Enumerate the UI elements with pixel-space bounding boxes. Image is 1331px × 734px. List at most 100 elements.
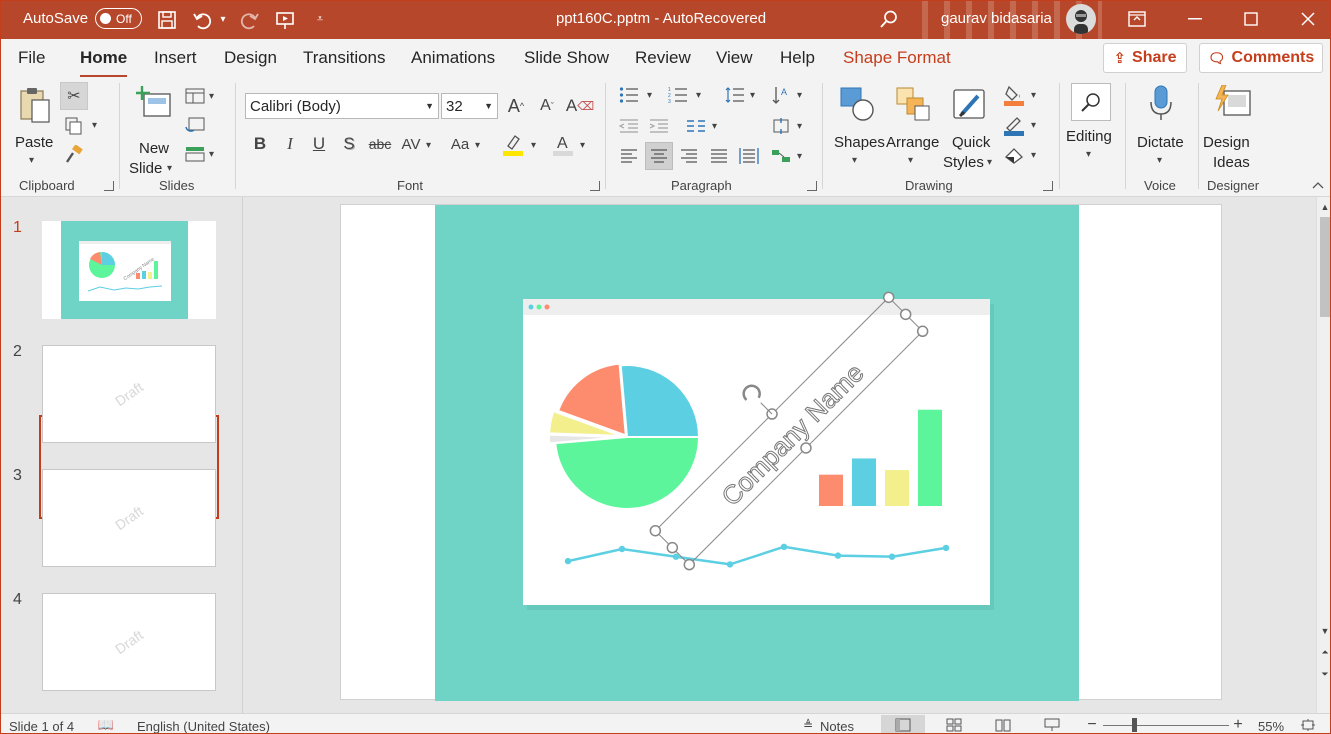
undo-dropdown-icon[interactable]: ▾ xyxy=(217,12,229,26)
undo-icon[interactable] xyxy=(191,9,213,31)
tab-shape-format[interactable]: Shape Format xyxy=(843,48,951,68)
font-color-dropdown-icon[interactable]: ▾ xyxy=(580,140,585,151)
scroll-thumb[interactable] xyxy=(1320,217,1330,317)
slide-thumbnail-1[interactable]: Company Name xyxy=(42,221,216,319)
layout-dropdown-icon[interactable]: ▾ xyxy=(209,91,214,102)
bold-icon[interactable]: B xyxy=(250,132,270,156)
arrange-button[interactable]: Arrange ▾ xyxy=(884,83,942,173)
tab-help[interactable]: Help xyxy=(780,48,815,68)
tab-view[interactable]: View xyxy=(716,48,753,68)
avatar[interactable] xyxy=(1066,4,1096,34)
decrease-font-size-icon[interactable]: Aˇ xyxy=(534,93,560,119)
align-text-dropdown-icon[interactable]: ▾ xyxy=(797,121,802,132)
slide-thumbnail-4[interactable]: Draft xyxy=(42,593,216,691)
normal-view-icon[interactable] xyxy=(881,715,925,733)
line-spacing-dropdown-icon[interactable]: ▾ xyxy=(750,90,755,101)
align-text-icon[interactable] xyxy=(769,114,793,138)
highlight-icon[interactable] xyxy=(501,130,525,158)
increase-indent-icon[interactable] xyxy=(647,114,671,138)
highlight-dropdown-icon[interactable]: ▾ xyxy=(531,140,536,151)
paragraph-launcher-icon[interactable] xyxy=(807,181,817,191)
notes-button[interactable]: Notes xyxy=(820,719,854,733)
shape-effects-icon[interactable] xyxy=(1001,142,1027,168)
zoom-out-icon[interactable]: − xyxy=(1085,716,1099,733)
next-slide-icon[interactable]: ⏷ xyxy=(1319,667,1330,681)
clear-formatting-icon[interactable]: A ⌫ xyxy=(566,93,594,119)
copy-icon[interactable] xyxy=(62,114,86,138)
spacing-dropdown-icon[interactable]: ▾ xyxy=(426,140,431,151)
bullets-icon[interactable] xyxy=(617,83,641,107)
search-icon[interactable] xyxy=(877,7,901,31)
distributed-icon[interactable] xyxy=(737,144,761,168)
language-status[interactable]: English (United States) xyxy=(137,719,270,733)
cut-icon[interactable]: ✂ xyxy=(60,82,88,110)
font-name-combo[interactable]: Calibri (Body) ▼ xyxy=(245,93,439,119)
align-center-icon[interactable] xyxy=(645,142,673,170)
paste-button[interactable]: Paste ▾ xyxy=(11,83,57,173)
slideshow-view-icon[interactable] xyxy=(1041,717,1063,733)
shape-fill-icon[interactable] xyxy=(1001,82,1027,108)
change-case-icon[interactable]: Aa xyxy=(447,132,473,156)
present-from-start-icon[interactable] xyxy=(274,9,296,31)
quick-styles-button[interactable]: Quick Styles ▾ xyxy=(943,83,997,175)
zoom-in-icon[interactable]: + xyxy=(1231,716,1245,733)
drawing-launcher-icon[interactable] xyxy=(1043,181,1053,191)
text-direction-icon[interactable]: A xyxy=(769,83,793,107)
character-spacing-icon[interactable]: AV xyxy=(399,132,423,156)
font-color-icon[interactable]: A xyxy=(551,130,575,158)
maximize-icon[interactable] xyxy=(1240,8,1262,30)
dictate-button[interactable]: Dictate ▾ xyxy=(1133,83,1191,173)
editing-button[interactable]: Editing ▾ xyxy=(1064,83,1120,173)
smartart-dropdown-icon[interactable]: ▾ xyxy=(797,151,802,162)
shape-effects-dropdown-icon[interactable]: ▾ xyxy=(1031,150,1036,161)
columns-icon[interactable] xyxy=(684,114,708,138)
scroll-up-icon[interactable]: ▲ xyxy=(1319,201,1330,213)
section-dropdown-icon[interactable]: ▾ xyxy=(209,149,214,160)
share-button[interactable]: ⇪ Share xyxy=(1103,43,1187,73)
tab-design[interactable]: Design xyxy=(224,48,277,68)
tab-insert[interactable]: Insert xyxy=(154,48,197,68)
slide-sorter-icon[interactable] xyxy=(943,717,965,733)
collapse-ribbon-icon[interactable] xyxy=(1309,177,1327,193)
tab-home[interactable]: Home xyxy=(80,48,128,78)
previous-slide-icon[interactable]: ⏶ xyxy=(1319,645,1330,659)
tab-animations[interactable]: Animations xyxy=(411,48,495,68)
columns-dropdown-icon[interactable]: ▾ xyxy=(712,121,717,132)
bullets-dropdown-icon[interactable]: ▾ xyxy=(647,90,652,101)
notes-icon[interactable]: ≜ xyxy=(799,717,817,733)
clipboard-launcher-icon[interactable] xyxy=(104,181,114,191)
spelling-icon[interactable]: 📖 xyxy=(97,717,115,733)
slide-thumbnail-3[interactable]: Draft xyxy=(42,469,216,567)
current-slide[interactable]: Company Name xyxy=(340,204,1222,701)
zoom-level[interactable]: 55% xyxy=(1258,719,1284,733)
reset-slide-icon[interactable] xyxy=(183,114,207,136)
case-dropdown-icon[interactable]: ▾ xyxy=(475,140,480,151)
tab-slide-show[interactable]: Slide Show xyxy=(524,48,609,68)
shape-fill-dropdown-icon[interactable]: ▾ xyxy=(1031,90,1036,101)
format-painter-icon[interactable] xyxy=(62,143,86,167)
align-left-icon[interactable] xyxy=(617,144,641,168)
ribbon-display-options-icon[interactable] xyxy=(1126,8,1148,30)
align-right-icon[interactable] xyxy=(677,144,701,168)
tab-file[interactable]: File xyxy=(18,48,45,68)
section-icon[interactable] xyxy=(183,143,207,165)
redo-icon[interactable] xyxy=(239,9,261,31)
tab-transitions[interactable]: Transitions xyxy=(303,48,386,68)
zoom-slider-track[interactable] xyxy=(1103,725,1229,726)
scroll-down-icon[interactable]: ▼ xyxy=(1319,625,1330,637)
justify-icon[interactable] xyxy=(707,144,731,168)
numbering-icon[interactable]: 123 xyxy=(666,83,690,107)
line-spacing-icon[interactable] xyxy=(723,83,747,107)
slide-thumbnail-2[interactable]: Draft xyxy=(42,345,216,443)
save-icon[interactable] xyxy=(156,9,178,31)
increase-font-size-icon[interactable]: A ^ xyxy=(503,93,529,119)
autosave-toggle[interactable]: Off xyxy=(95,8,142,29)
new-slide-button[interactable]: New Slide ▾ xyxy=(129,83,179,177)
numbering-dropdown-icon[interactable]: ▾ xyxy=(696,90,701,101)
fit-to-window-icon[interactable] xyxy=(1298,717,1318,733)
close-icon[interactable] xyxy=(1297,8,1319,30)
tab-review[interactable]: Review xyxy=(635,48,691,68)
strikethrough-icon[interactable]: abc xyxy=(368,132,392,156)
shapes-button[interactable]: Shapes ▾ xyxy=(832,83,885,173)
font-size-combo[interactable]: 32 ▼ xyxy=(441,93,498,119)
